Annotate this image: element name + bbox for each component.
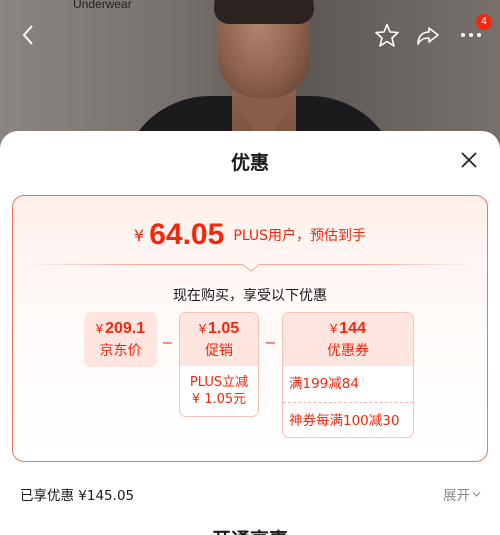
promotion-label: 促销 [205,343,233,359]
plus-discount-amount: ¥ 1.05元 [191,392,247,407]
coupon-item: 满199减84 [289,376,359,392]
discount-card: ¥ 64.05 PLUS用户，预估到手 现在购买，享受以下优惠 ¥209.1 京… [12,195,488,462]
coupon-label: 优惠券 [327,343,369,359]
enjoyed-discount-total: 已享优惠 ¥145.05 [20,488,135,504]
sheet-title: 优惠 [230,152,269,174]
jd-price-label: 京东价 [99,343,142,359]
star-icon[interactable] [374,22,400,48]
estimated-price: ¥ 64.05 PLUS用户，预估到手 [13,218,487,252]
currency-symbol: ¥ [133,226,145,245]
brand-text: Underwear [73,0,132,11]
discount-subtitle: 现在购买，享受以下优惠 [173,288,327,304]
back-icon[interactable] [16,22,42,48]
expand-button[interactable]: 展开 [443,484,481,504]
pointer-notch [242,263,260,272]
jd-price-box: ¥209.1 京东价 [84,312,157,367]
price-note: PLUS用户，预估到手 [233,228,367,244]
coupon-value: 144 [339,320,366,337]
section-title: 开通享惠 [0,525,500,535]
minus-sign: – [163,334,172,351]
share-icon[interactable] [415,22,441,48]
discount-sheet: 优惠 ¥ 64.05 PLUS用户，预估到手 现在购买，享受以下优惠 ¥209.… [0,131,500,535]
message-count-badge: 4 [476,14,492,30]
expand-label: 展开 [443,488,470,504]
promotion-box: ¥1.05 促销 PLUS立减 ¥ 1.05元 [179,312,259,417]
jd-price-value: 209.1 [105,320,146,337]
coupon-box: ¥144 优惠券 满199减84 神券每满100减30 [282,312,414,438]
final-price: 64.05 [149,218,225,251]
promotion-value: 1.05 [208,320,240,337]
plus-discount-text: PLUS立减 [189,375,249,390]
close-icon[interactable] [458,149,480,171]
minus-sign: – [266,334,275,351]
chevron-down-icon [472,492,481,497]
coupon-item: 神券每满100减30 [283,402,413,438]
